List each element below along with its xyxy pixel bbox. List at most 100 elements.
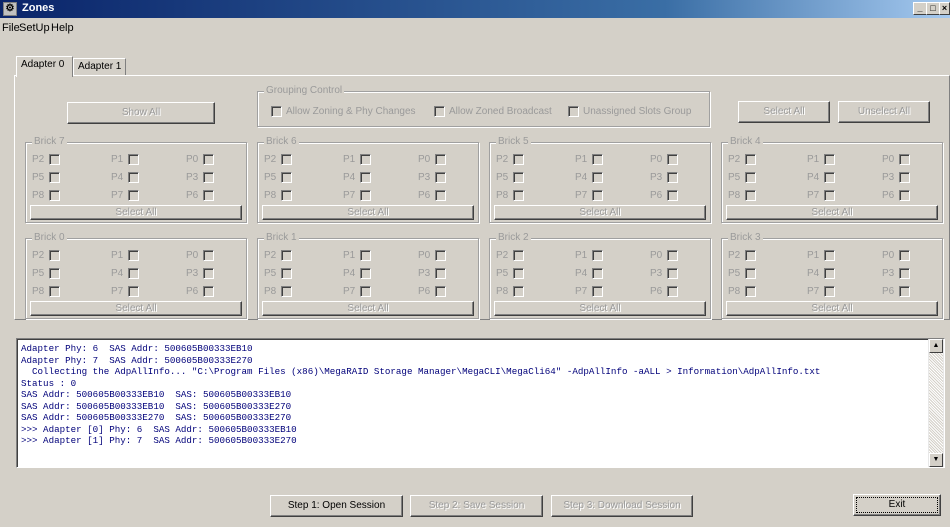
phy-checkbox[interactable] <box>49 190 60 201</box>
phy-checkbox[interactable] <box>360 190 371 201</box>
phy-checkbox[interactable] <box>203 190 214 201</box>
phy-checkbox[interactable] <box>128 154 139 165</box>
phy-checkbox[interactable] <box>824 250 835 261</box>
download-session-button[interactable]: Step 3: Download Session <box>551 495 693 517</box>
phy-checkbox[interactable] <box>435 268 446 279</box>
phy-checkbox[interactable] <box>745 172 756 183</box>
phy-checkbox[interactable] <box>592 154 603 165</box>
scroll-track[interactable] <box>929 353 943 453</box>
phy-checkbox[interactable] <box>435 190 446 201</box>
phy-checkbox[interactable] <box>745 286 756 297</box>
minimize-button[interactable]: _ <box>913 2 927 15</box>
phy-checkbox[interactable] <box>667 154 678 165</box>
phy-checkbox[interactable] <box>899 268 910 279</box>
phy-checkbox[interactable] <box>667 286 678 297</box>
phy-checkbox[interactable] <box>592 286 603 297</box>
scroll-down-icon[interactable]: ▼ <box>929 453 943 467</box>
phy-checkbox[interactable] <box>128 286 139 297</box>
phy-checkbox[interactable] <box>513 286 524 297</box>
phy-checkbox[interactable] <box>128 172 139 183</box>
phy-checkbox[interactable] <box>203 268 214 279</box>
phy-checkbox[interactable] <box>360 286 371 297</box>
unselect-all-button[interactable]: Unselect All <box>838 101 930 123</box>
phy-checkbox[interactable] <box>667 190 678 201</box>
phy-checkbox[interactable] <box>592 250 603 261</box>
phy-checkbox[interactable] <box>513 190 524 201</box>
brick-select-all-button[interactable]: Select All <box>30 205 242 220</box>
menu-setup[interactable]: SetUp <box>19 22 50 34</box>
select-all-button[interactable]: Select All <box>738 101 830 123</box>
phy-checkbox[interactable] <box>435 172 446 183</box>
exit-button[interactable]: Exit <box>853 494 941 516</box>
phy-checkbox[interactable] <box>513 172 524 183</box>
console-scrollbar[interactable]: ▲ ▼ <box>928 339 944 467</box>
phy-checkbox[interactable] <box>281 286 292 297</box>
save-session-button[interactable]: Step 2: Save Session <box>410 495 543 517</box>
phy-checkbox[interactable] <box>824 172 835 183</box>
phy-checkbox[interactable] <box>128 268 139 279</box>
phy-checkbox[interactable] <box>899 286 910 297</box>
phy-checkbox[interactable] <box>745 190 756 201</box>
open-session-button[interactable]: Step 1: Open Session <box>270 495 403 517</box>
show-all-button[interactable]: Show All <box>67 102 215 124</box>
phy-checkbox[interactable] <box>435 250 446 261</box>
brick-select-all-button[interactable]: Select All <box>30 301 242 316</box>
phy-checkbox[interactable] <box>592 190 603 201</box>
phy-checkbox[interactable] <box>513 154 524 165</box>
unassigned-slots-checkbox[interactable] <box>568 106 579 117</box>
console-output[interactable]: Adapter Phy: 6 SAS Addr: 500605B00333EB1… <box>16 338 945 468</box>
menu-file[interactable]: File <box>2 22 20 34</box>
menu-help[interactable]: Help <box>51 22 74 34</box>
phy-checkbox[interactable] <box>667 268 678 279</box>
phy-checkbox[interactable] <box>899 250 910 261</box>
phy-checkbox[interactable] <box>592 268 603 279</box>
phy-checkbox[interactable] <box>435 286 446 297</box>
phy-checkbox[interactable] <box>203 154 214 165</box>
allow-zoned-broadcast-checkbox[interactable] <box>434 106 445 117</box>
phy-checkbox[interactable] <box>49 154 60 165</box>
phy-checkbox[interactable] <box>203 172 214 183</box>
phy-checkbox[interactable] <box>49 268 60 279</box>
phy-checkbox[interactable] <box>824 154 835 165</box>
phy-checkbox[interactable] <box>360 268 371 279</box>
phy-checkbox[interactable] <box>360 172 371 183</box>
brick-select-all-button[interactable]: Select All <box>726 301 938 316</box>
phy-checkbox[interactable] <box>360 250 371 261</box>
phy-checkbox[interactable] <box>128 250 139 261</box>
allow-zoning-checkbox[interactable] <box>271 106 282 117</box>
phy-checkbox[interactable] <box>745 268 756 279</box>
brick-select-all-button[interactable]: Select All <box>262 301 474 316</box>
phy-checkbox[interactable] <box>899 172 910 183</box>
phy-checkbox[interactable] <box>49 286 60 297</box>
tab-adapter-1[interactable]: Adapter 1 <box>73 58 126 76</box>
phy-checkbox[interactable] <box>899 190 910 201</box>
phy-checkbox[interactable] <box>281 268 292 279</box>
phy-checkbox[interactable] <box>667 250 678 261</box>
phy-checkbox[interactable] <box>824 268 835 279</box>
phy-checkbox[interactable] <box>281 190 292 201</box>
close-button[interactable]: × <box>939 2 950 15</box>
phy-checkbox[interactable] <box>49 250 60 261</box>
phy-checkbox[interactable] <box>128 190 139 201</box>
phy-checkbox[interactable] <box>281 250 292 261</box>
brick-select-all-button[interactable]: Select All <box>262 205 474 220</box>
phy-checkbox[interactable] <box>435 154 446 165</box>
phy-checkbox[interactable] <box>49 172 60 183</box>
phy-checkbox[interactable] <box>513 268 524 279</box>
phy-checkbox[interactable] <box>203 286 214 297</box>
phy-checkbox[interactable] <box>592 172 603 183</box>
phy-checkbox[interactable] <box>513 250 524 261</box>
phy-checkbox[interactable] <box>824 190 835 201</box>
phy-checkbox[interactable] <box>745 154 756 165</box>
phy-checkbox[interactable] <box>281 172 292 183</box>
phy-checkbox[interactable] <box>667 172 678 183</box>
phy-checkbox[interactable] <box>745 250 756 261</box>
phy-checkbox[interactable] <box>824 286 835 297</box>
brick-select-all-button[interactable]: Select All <box>726 205 938 220</box>
tab-adapter-0[interactable]: Adapter 0 <box>16 56 73 77</box>
phy-checkbox[interactable] <box>203 250 214 261</box>
phy-checkbox[interactable] <box>899 154 910 165</box>
phy-checkbox[interactable] <box>360 154 371 165</box>
phy-checkbox[interactable] <box>281 154 292 165</box>
brick-select-all-button[interactable]: Select All <box>494 205 706 220</box>
